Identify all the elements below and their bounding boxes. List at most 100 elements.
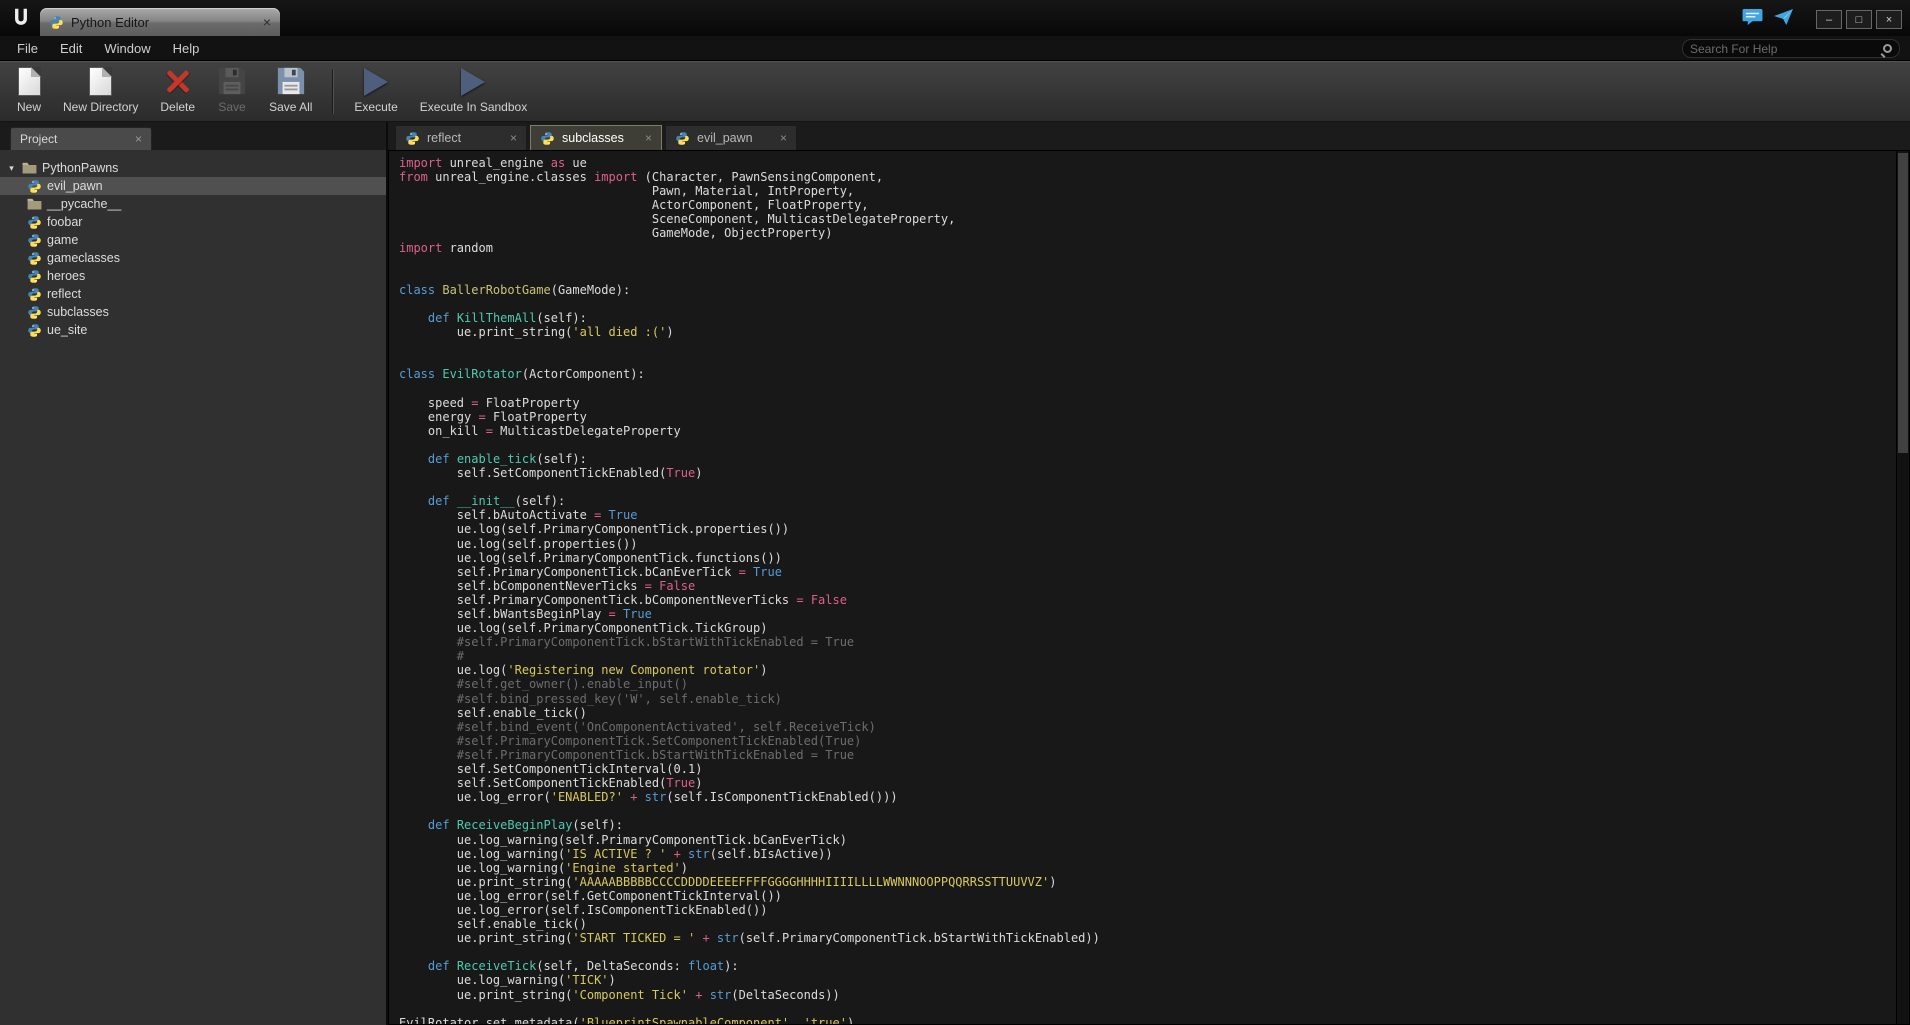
- code-line: [399, 297, 1893, 311]
- tree-item-label: reflect: [47, 287, 81, 301]
- save-all-icon: [276, 66, 306, 96]
- menu-edit[interactable]: Edit: [49, 36, 93, 60]
- close-button[interactable]: ×: [1876, 10, 1902, 29]
- code-line: import unreal_engine as ue: [399, 156, 1893, 170]
- maximize-button[interactable]: □: [1846, 10, 1872, 29]
- code-line: ue.log(self.PrimaryComponentTick.propert…: [399, 522, 1893, 536]
- window-tab-close-icon[interactable]: ×: [263, 14, 271, 30]
- code-line: ue.log_warning('IS ACTIVE ? ' + str(self…: [399, 847, 1893, 861]
- code-line: #self.PrimaryComponentTick.bStartWithTic…: [399, 635, 1893, 649]
- tab-close-icon[interactable]: ×: [780, 131, 787, 145]
- toolbar-button-execute-in-sandbox[interactable]: Execute In Sandbox: [409, 64, 538, 119]
- project-tab-close-icon[interactable]: ×: [135, 132, 142, 146]
- code-line: self.bAutoActivate = True: [399, 508, 1893, 522]
- vertical-scrollbar[interactable]: [1896, 151, 1909, 1024]
- window-tab-python-editor[interactable]: Python Editor ×: [40, 8, 280, 36]
- project-panel: Project × ▾PythonPawns evil_pawn __pycache…: [0, 122, 388, 1025]
- new-directory-icon: [89, 67, 112, 96]
- project-tree[interactable]: ▾PythonPawns evil_pawn __pycache__foobar ga…: [0, 150, 386, 1025]
- tree-item-label: heroes: [47, 269, 85, 283]
- code-line: speed = FloatProperty: [399, 396, 1893, 410]
- code-line: def KillThemAll(self):: [399, 311, 1893, 325]
- tree-item-label: gameclasses: [47, 251, 120, 265]
- help-search-box[interactable]: [1682, 39, 1900, 58]
- tree-item-gameclasses[interactable]: gameclasses: [0, 249, 386, 267]
- toolbar-button-save-all[interactable]: Save All: [258, 64, 323, 119]
- code-line: [399, 382, 1893, 396]
- tree-item-label: ue_site: [47, 323, 87, 337]
- tab-project[interactable]: Project ×: [10, 127, 152, 150]
- execute-sandbox-icon: [461, 68, 485, 96]
- minimize-button[interactable]: –: [1816, 10, 1842, 29]
- tree-item-heroes[interactable]: heroes: [0, 267, 386, 285]
- tree-item-evil_pawn[interactable]: evil_pawn: [0, 177, 386, 195]
- toolbar: NewNew DirectoryDelete Save Save All Execut…: [0, 61, 1910, 122]
- scrollbar-thumb[interactable]: [1898, 153, 1908, 453]
- project-panel-header: Project ×: [0, 122, 386, 150]
- code-line: ue.log_warning(self.PrimaryComponentTick…: [399, 833, 1893, 847]
- editor-tab-reflect[interactable]: reflect ×: [395, 125, 527, 150]
- code-line: ue.log('Registering new Component rotato…: [399, 663, 1893, 677]
- toolbar-button-save[interactable]: Save: [206, 64, 258, 119]
- toolbar-button-new-directory[interactable]: New Directory: [52, 64, 149, 119]
- menu-help[interactable]: Help: [162, 36, 211, 60]
- tab-close-icon[interactable]: ×: [510, 131, 517, 145]
- code-line: [399, 438, 1893, 452]
- tree-item-label: evil_pawn: [47, 179, 103, 193]
- code-line: def ReceiveTick(self, DeltaSeconds: floa…: [399, 959, 1893, 973]
- tree-item-reflect[interactable]: reflect: [0, 285, 386, 303]
- search-input[interactable]: [1690, 42, 1883, 56]
- toolbar-button-delete[interactable]: Delete: [149, 64, 206, 119]
- tree-item-label: foobar: [47, 215, 82, 229]
- code-line: ue.print_string('all died :('): [399, 325, 1893, 339]
- editor-tab-label: subclasses: [562, 131, 624, 145]
- code-line: [399, 339, 1893, 353]
- tree-item-pythonpawns[interactable]: ▾PythonPawns: [0, 159, 386, 177]
- tree-item-subclasses[interactable]: subclasses: [0, 303, 386, 321]
- code-line: [399, 480, 1893, 494]
- editor-tab-subclasses[interactable]: subclasses ×: [530, 125, 662, 150]
- toolbar-button-label: Save: [218, 100, 245, 114]
- tree-item-foobar[interactable]: foobar: [0, 213, 386, 231]
- code-line: self.SetComponentTickInterval(0.1): [399, 762, 1893, 776]
- code-line: energy = FloatProperty: [399, 410, 1893, 424]
- editor-area: reflect × subclasses × evil_pawn × import unr…: [388, 122, 1910, 1025]
- chat-bubble-icon[interactable]: [1742, 8, 1763, 31]
- code-area[interactable]: import unreal_engine as uefrom unreal_en…: [399, 156, 1893, 1024]
- send-icon[interactable]: [1773, 8, 1794, 31]
- menu-window[interactable]: Window: [93, 36, 161, 60]
- python-editor-window: Python Editor × –□× FileEditWindowHelp N…: [0, 0, 1910, 1025]
- editor-tab-label: reflect: [427, 131, 461, 145]
- python-icon: [49, 15, 64, 30]
- expander-icon[interactable]: ▾: [6, 163, 17, 174]
- new-document-icon: [18, 67, 41, 96]
- code-line: self.enable_tick(): [399, 917, 1893, 931]
- editor-tabstrip: reflect × subclasses × evil_pawn ×: [388, 122, 1910, 150]
- project-tab-label: Project: [20, 132, 57, 146]
- code-line: #: [399, 649, 1893, 663]
- code-line: [399, 945, 1893, 959]
- tree-item-__pycache__[interactable]: __pycache__: [0, 195, 386, 213]
- titlebar[interactable]: Python Editor × –□×: [0, 0, 1910, 36]
- tree-item-game[interactable]: game: [0, 231, 386, 249]
- code-line: def enable_tick(self):: [399, 452, 1893, 466]
- tab-close-icon[interactable]: ×: [645, 131, 652, 145]
- editor-tab-label: evil_pawn: [697, 131, 753, 145]
- python-icon: [27, 215, 42, 230]
- code-line: ue.log(self.PrimaryComponentTick.functio…: [399, 551, 1893, 565]
- tree-item-ue_site[interactable]: ue_site: [0, 321, 386, 339]
- toolbar-button-execute[interactable]: Execute: [343, 64, 408, 119]
- code-line: #self.bind_event('OnComponentActivated',…: [399, 720, 1893, 734]
- code-line: def __init__(self):: [399, 494, 1893, 508]
- python-icon: [405, 131, 420, 146]
- toolbar-button-new[interactable]: New: [6, 64, 52, 119]
- window-tab-title: Python Editor: [71, 15, 256, 30]
- code-line: [399, 255, 1893, 269]
- code-line: ue.log(self.properties()): [399, 537, 1893, 551]
- code-line: on_kill = MulticastDelegateProperty: [399, 424, 1893, 438]
- code-line: ue.log_error(self.GetComponentTickInterv…: [399, 889, 1893, 903]
- code-line: self.bWantsBeginPlay = True: [399, 607, 1893, 621]
- code-container: import unreal_engine as uefrom unreal_en…: [388, 150, 1910, 1025]
- menu-file[interactable]: File: [6, 36, 49, 60]
- editor-tab-evil_pawn[interactable]: evil_pawn ×: [665, 125, 797, 150]
